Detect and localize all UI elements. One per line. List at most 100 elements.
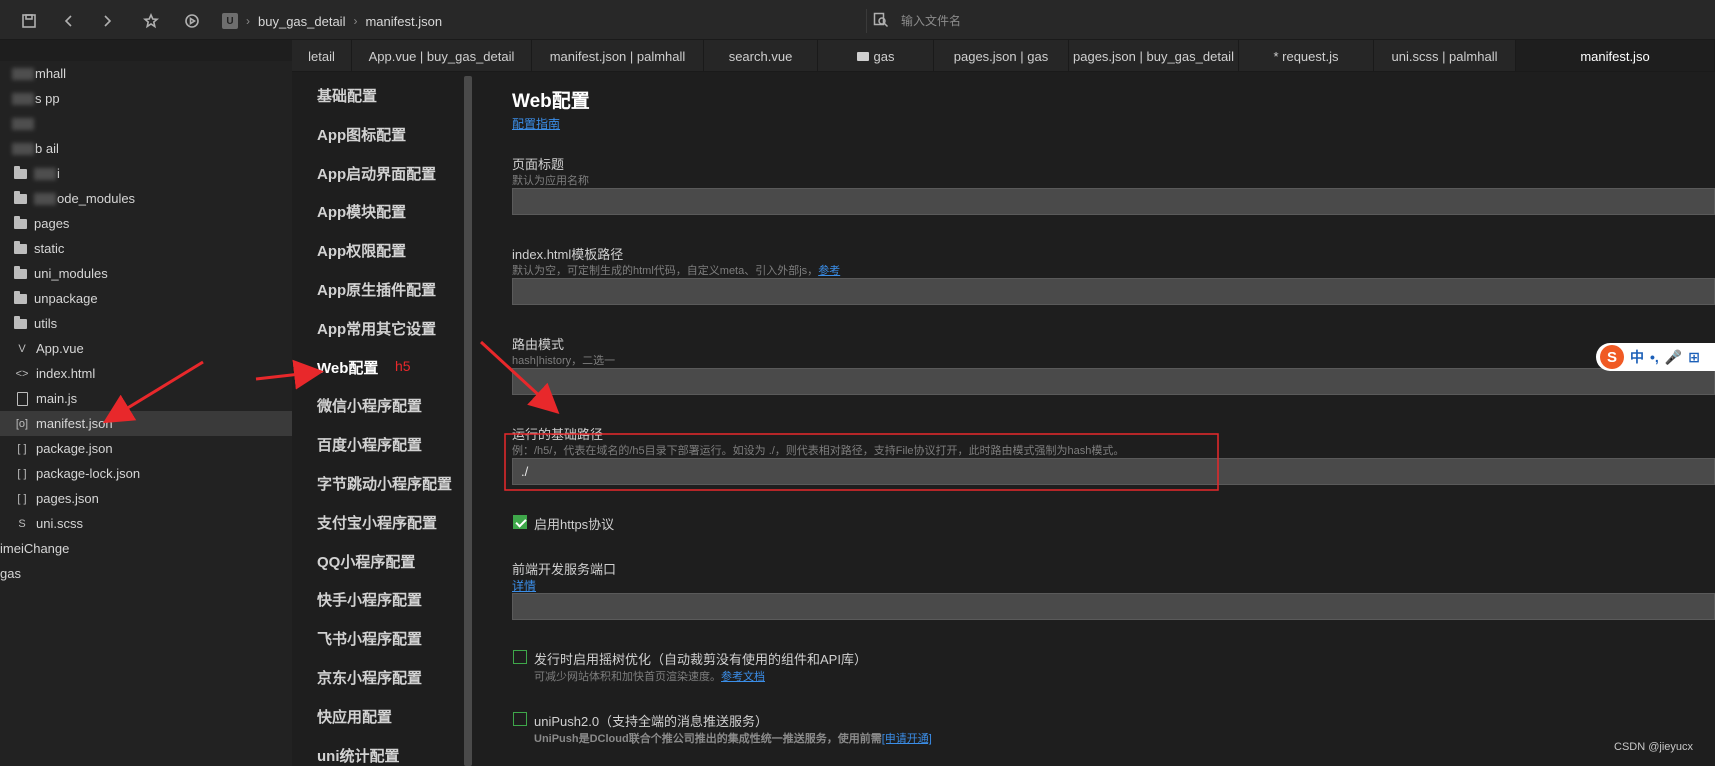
breadcrumb-separator: › [353, 14, 358, 28]
config-guide-link[interactable]: 配置指南 [512, 115, 560, 132]
ime-microphone-icon[interactable]: 🎤 [1665, 349, 1682, 366]
tree-item[interactable]: pages [0, 211, 292, 236]
editor-tab[interactable]: gas [818, 40, 934, 71]
save-icon[interactable] [18, 10, 40, 32]
dev-port-details-link[interactable]: 详情 [512, 577, 536, 594]
file-icon: [ ] [17, 442, 27, 455]
star-icon[interactable] [140, 10, 162, 32]
tree-item[interactable]: s pp [0, 86, 292, 111]
tree-item[interactable]: <> index.html [0, 361, 292, 386]
settings-nav-item[interactable]: 支付宝小程序配置 [317, 512, 437, 533]
tree-item[interactable]: Suni.scss [0, 511, 292, 536]
tree-item-label: i [57, 166, 60, 181]
settings-nav-item[interactable]: App模块配置 [317, 201, 406, 222]
settings-nav-item[interactable]: App启动界面配置 [317, 163, 436, 184]
tree-item[interactable] [0, 111, 292, 136]
https-checkbox[interactable] [513, 515, 527, 529]
editor-tab[interactable]: * request.js [1239, 40, 1374, 71]
unipush-checkbox[interactable] [513, 712, 527, 726]
run-icon[interactable] [181, 10, 203, 32]
settings-nav-scrollbar[interactable] [464, 76, 472, 766]
editor-tab[interactable]: manifest.json | palmhall [532, 40, 704, 71]
tree-item[interactable]: [ ] package-lock.json [0, 461, 292, 486]
tree-item-label: uni.scss [36, 516, 83, 531]
router-mode-input[interactable] [512, 368, 1715, 395]
editor-tab-label: search.vue [728, 48, 793, 64]
settings-nav-item[interactable]: 快手小程序配置 [317, 589, 422, 610]
editor-tab[interactable]: letail [292, 40, 352, 71]
settings-nav-item[interactable]: App权限配置 [317, 240, 406, 261]
settings-nav-item[interactable]: uni统计配置 [317, 745, 400, 766]
settings-nav-item[interactable]: 飞书小程序配置 [317, 628, 422, 649]
project-logo-icon: U [222, 13, 238, 29]
editor-tab[interactable]: pages.json | gas [934, 40, 1069, 71]
settings-nav-item[interactable]: App图标配置 [317, 124, 406, 145]
tree-item[interactable]: static [0, 236, 292, 261]
unipush-hint: UniPush是DCloud联合个推公司推出的集成性统一推送服务，使用前需[申请… [534, 730, 932, 746]
file-search-input[interactable] [901, 14, 1401, 28]
settings-nav-item[interactable]: 京东小程序配置 [317, 667, 422, 688]
tree-item[interactable]: imeiChange [0, 536, 292, 561]
router-mode-hint: hash|history，二选一 [512, 355, 616, 367]
settings-nav-item[interactable]: Web配置 [317, 357, 378, 378]
ime-toolbar[interactable]: S 中 •, 🎤 ⊞ [1596, 343, 1715, 371]
ime-punctuation-icon[interactable]: •, [1650, 349, 1659, 365]
forward-icon[interactable] [96, 10, 118, 32]
dev-port-input[interactable] [512, 593, 1715, 620]
breadcrumb-project[interactable]: buy_gas_detail [258, 14, 345, 29]
folder-shape [13, 240, 27, 254]
redacted-text [34, 167, 56, 180]
treeshake-docs-link[interactable]: 参考文档 [721, 671, 765, 683]
tree-item[interactable]: utils [0, 311, 292, 336]
tree-item[interactable]: V App.vue [0, 336, 292, 361]
tree-item-label: package.json [36, 441, 113, 456]
settings-nav-item[interactable]: 基础配置 [317, 85, 377, 106]
folder-shape [13, 265, 27, 279]
breadcrumb-file[interactable]: manifest.json [365, 14, 442, 29]
tree-item[interactable]: b ail [0, 136, 292, 161]
settings-nav-item[interactable]: 微信小程序配置 [317, 395, 422, 416]
file-icon: <> [15, 367, 29, 380]
file-icon: V [18, 342, 26, 355]
editor-tab[interactable]: pages.json | buy_gas_detail [1069, 40, 1239, 71]
tree-item-label: ode_modules [57, 191, 136, 206]
tree-item[interactable]: unpackage [0, 286, 292, 311]
redacted-text [12, 67, 34, 80]
tree-item[interactable]: [o] manifest.json [0, 411, 292, 436]
ime-chinese-mode[interactable]: 中 [1630, 347, 1644, 367]
editor-tab[interactable]: manifest.jso [1516, 40, 1715, 71]
editor-tab[interactable]: App.vue | buy_gas_detail [352, 40, 532, 71]
tree-item[interactable]: gas [0, 561, 292, 586]
settings-nav-item[interactable]: App原生插件配置 [317, 279, 436, 300]
top-toolbar: U › buy_gas_detail › manifest.json [0, 0, 1715, 40]
settings-nav-item[interactable]: QQ小程序配置 [317, 551, 415, 572]
settings-nav-item[interactable]: App常用其它设置 [317, 318, 436, 339]
tree-item[interactable]: [ ] pages.json [0, 486, 292, 511]
template-path-ref-link[interactable]: 参考 [818, 265, 840, 277]
tree-item-label: imeiChange [0, 541, 70, 556]
redacted-text [34, 192, 56, 205]
tree-item[interactable]: ode_modules [0, 186, 292, 211]
tree-item[interactable]: uni_modules [0, 261, 292, 286]
settings-nav-item[interactable]: 百度小程序配置 [317, 434, 422, 455]
tree-item[interactable]: main.js [0, 386, 292, 411]
unipush-apply-link[interactable]: [申请开通] [882, 733, 932, 745]
tree-item[interactable]: mhall [0, 61, 292, 86]
page-title-input[interactable] [512, 188, 1715, 215]
settings-nav-item[interactable]: 字节跳动小程序配置 [317, 473, 452, 494]
base-path-input[interactable] [512, 458, 1715, 485]
tree-item[interactable]: i [0, 161, 292, 186]
editor-tab-label: App.vue | buy_gas_detail [368, 48, 515, 64]
tree-item-label: unpackage [34, 291, 98, 306]
page-title-label: 页面标题 [512, 157, 565, 172]
ime-grid-icon[interactable]: ⊞ [1688, 349, 1700, 366]
tree-item-label: s pp [35, 91, 60, 106]
editor-tab[interactable]: uni.scss | palmhall [1374, 40, 1516, 71]
settings-nav-item[interactable]: 快应用配置 [317, 706, 392, 727]
template-path-input[interactable] [512, 278, 1715, 305]
tree-item[interactable]: [ ] package.json [0, 436, 292, 461]
treeshake-checkbox[interactable] [513, 650, 527, 664]
editor-tab[interactable]: search.vue [704, 40, 818, 71]
back-icon[interactable] [58, 10, 80, 32]
tree-item-label: gas [0, 566, 21, 581]
